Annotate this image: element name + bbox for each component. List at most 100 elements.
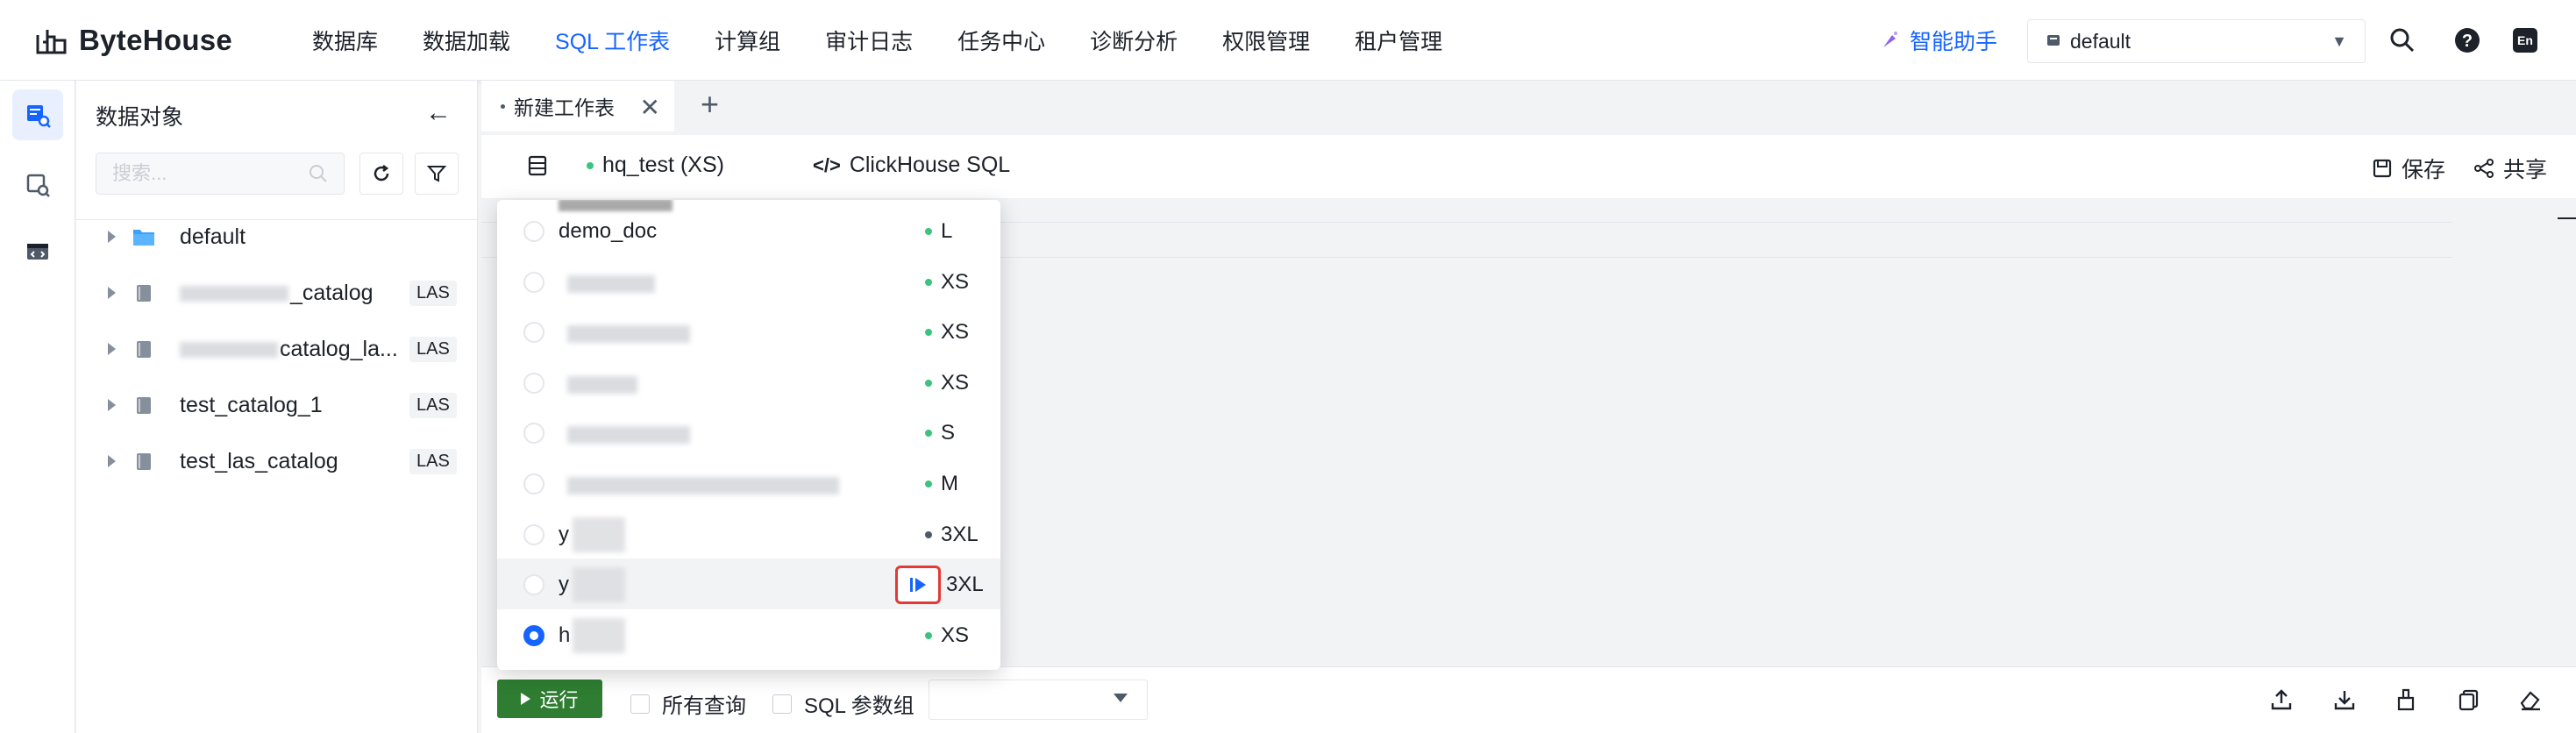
caret-right-icon[interactable]	[108, 399, 116, 411]
nav-item[interactable]: 诊断分析	[1090, 25, 1178, 56]
caret-right-icon[interactable]	[108, 231, 116, 243]
nav-item[interactable]: 任务中心	[957, 25, 1045, 56]
start-compute-group-button[interactable]	[895, 566, 941, 605]
tab-new-worksheet[interactable]: 新建工作表 ✕	[481, 81, 674, 132]
radio-button[interactable]	[523, 271, 544, 293]
tree-item-label: test_las_catalog	[180, 449, 338, 474]
nav-item[interactable]: 数据加载	[423, 25, 510, 56]
run-button[interactable]: 运行	[497, 680, 602, 718]
tree-item[interactable]: test_las_catalog LAS	[76, 437, 478, 486]
compute-group-label: hq_test (XS)	[602, 153, 724, 177]
copy-icon[interactable]	[2454, 685, 2484, 715]
tree-item-label: test_catalog_1	[180, 393, 323, 418]
chevron-down-icon: ▼	[2331, 32, 2347, 50]
close-icon[interactable]: ✕	[640, 93, 660, 122]
language-switch[interactable]: En	[2511, 26, 2539, 54]
assistant-button[interactable]: 智能助手	[1880, 25, 1997, 56]
format-brush-icon[interactable]	[2391, 685, 2421, 715]
nav-item[interactable]: 租户管理	[1355, 25, 1442, 56]
tree-item[interactable]: catalog_la... LAS	[76, 324, 478, 374]
radio-button[interactable]	[523, 221, 544, 242]
tree-item-label: _catalog	[180, 281, 374, 306]
tree-item-text: test_catalog_1	[180, 392, 323, 417]
compute-group-option[interactable]: M	[497, 458, 1000, 509]
nav-item[interactable]: 审计日志	[825, 25, 913, 56]
compute-group-option[interactable]: h XS	[497, 609, 1000, 660]
caret-right-icon[interactable]	[108, 343, 116, 355]
catalog-book-icon	[137, 285, 151, 302]
radio-button[interactable]	[523, 624, 544, 646]
all-queries-checkbox[interactable]: 所有查询	[630, 688, 746, 719]
add-tab-button[interactable]: +	[701, 86, 719, 123]
code-icon: </>	[813, 153, 841, 176]
eraser-icon[interactable]	[2516, 685, 2545, 715]
tree-item[interactable]: default	[76, 212, 478, 261]
radio-button[interactable]	[523, 473, 544, 495]
catalog-type-tag: LAS	[409, 448, 457, 474]
compute-group-option[interactable]: y 3XL	[497, 509, 1000, 559]
share-button[interactable]: 共享	[2473, 153, 2547, 184]
redacted-text	[567, 274, 655, 293]
sql-params-select[interactable]	[929, 680, 1148, 720]
radio-button[interactable]	[523, 523, 544, 545]
checkbox-box	[630, 694, 650, 714]
help-icon[interactable]: ?	[2453, 26, 2481, 54]
document-search-icon	[26, 174, 50, 197]
database-select[interactable]: default ▼	[2027, 19, 2366, 63]
size-label: S	[941, 421, 956, 445]
collapse-panel-arrow-icon[interactable]: ←	[425, 100, 452, 126]
refresh-button[interactable]	[359, 153, 403, 195]
tree-item-text: catalog_la...	[280, 336, 398, 361]
radio-button[interactable]	[523, 423, 544, 445]
nav-item[interactable]: 权限管理	[1222, 25, 1310, 56]
save-icon	[2373, 159, 2392, 178]
svg-text:?: ?	[2462, 32, 2473, 51]
compute-group-option[interactable]: XS	[497, 306, 1000, 357]
data-objects-panel: 数据对象 ← default _catalog LAS catalog_la... LA…	[76, 81, 478, 733]
object-search-input[interactable]	[112, 162, 288, 185]
nav-item[interactable]: 数据库	[312, 25, 378, 56]
folder-icon	[133, 230, 154, 246]
bottom-bar: 运行 所有查询 SQL 参数组	[481, 666, 2576, 733]
status-dot	[925, 329, 932, 337]
caret-right-icon[interactable]	[108, 455, 116, 467]
size-label: XS	[941, 320, 970, 345]
size-label: 3XL	[946, 573, 984, 597]
tree-item[interactable]: _catalog LAS	[76, 268, 478, 317]
redacted-text	[573, 617, 625, 653]
chevron-down-icon	[1114, 694, 1128, 702]
nav-item[interactable]: SQL 工作表	[555, 25, 670, 56]
bytehouse-logo-icon	[36, 30, 67, 54]
top-navigation-bar: ByteHouse 数据库 数据加载 SQL 工作表 计算组 审计日志 任务中心 诊断分析 权…	[0, 0, 2576, 81]
status-dot	[925, 631, 932, 639]
code-box-icon	[27, 244, 48, 260]
catalog-book-icon	[137, 397, 151, 414]
bytehouse-logo[interactable]: ByteHouse	[35, 19, 232, 61]
compute-group-option[interactable]: demo_doc L	[497, 205, 1000, 256]
radio-button[interactable]	[523, 322, 544, 344]
search-icon[interactable]	[2388, 26, 2416, 54]
radio-button[interactable]	[523, 372, 544, 394]
compute-group-name: demo_doc	[559, 219, 658, 243]
radio-button[interactable]	[523, 574, 544, 596]
compute-group-option[interactable]: y 3XL	[497, 559, 1000, 610]
sql-params-checkbox[interactable]: SQL 参数组	[772, 688, 914, 719]
dialect-selector[interactable]: </> ClickHouse SQL	[813, 153, 1010, 178]
tree-item[interactable]: test_catalog_1 LAS	[76, 381, 478, 430]
compute-group-selector[interactable]: hq_test (XS)	[527, 153, 724, 178]
nav-item[interactable]: 计算组	[715, 25, 780, 56]
tab-label: 新建工作表	[514, 96, 615, 119]
compute-group-size: XS	[925, 320, 969, 345]
upload-icon[interactable]	[2266, 685, 2296, 715]
caret-right-icon[interactable]	[108, 287, 116, 299]
unsaved-dot	[501, 103, 505, 109]
compute-group-option[interactable]: XS	[497, 256, 1000, 307]
compute-group-option[interactable]: XS	[497, 357, 1000, 408]
rail-data-objects-button[interactable]	[12, 89, 63, 140]
rail-query-history-button[interactable]	[12, 160, 63, 210]
rail-code-snippets-button[interactable]	[12, 226, 63, 277]
filter-button[interactable]	[415, 153, 459, 195]
download-icon[interactable]	[2330, 685, 2359, 715]
save-button[interactable]: 保存	[2372, 153, 2445, 184]
compute-group-option[interactable]: S	[497, 407, 1000, 458]
